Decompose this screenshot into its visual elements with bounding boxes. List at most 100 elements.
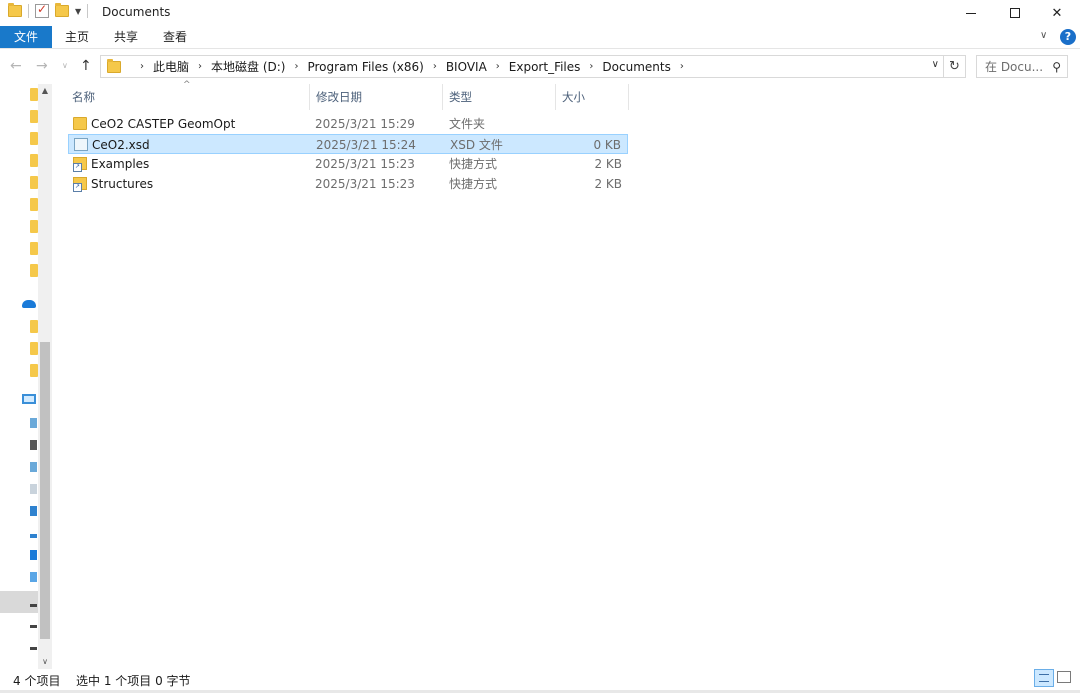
breadcrumb-chevron-icon[interactable]: › [680,61,684,72]
file-name: CeO2 CASTEP GeomOpt [91,117,236,131]
file-row-selected[interactable]: CeO2.xsd 2025/3/21 15:24 XSD 文件 0 KB [68,134,628,154]
shortcut-icon [73,157,87,172]
breadcrumb-item-documents[interactable]: Documents [602,60,670,74]
tab-file[interactable]: 文件 [0,26,52,48]
videos-icon[interactable] [30,440,37,450]
customize-toolbar-chevron-down-icon[interactable]: ▼ [75,7,81,16]
breadcrumb-item-program-files[interactable]: Program Files (x86) [307,60,423,74]
drive-icon[interactable] [30,604,37,607]
quick-access-folder-icon[interactable] [30,132,38,145]
search-placeholder: 在 Docu... [985,60,1044,74]
details-view-button[interactable] [1034,669,1054,687]
address-history-chevron-down-icon[interactable]: ∨ [932,59,939,70]
folder-icon [107,58,121,73]
quick-access-toolbar: ▼ [8,2,89,18]
search-input[interactable]: 在 Docu... ⚲ [976,55,1068,78]
breadcrumb-item-biovia[interactable]: BIOVIA [446,60,487,74]
properties-icon[interactable] [35,2,49,18]
folder-icon [8,3,22,17]
drive-icon[interactable] [30,625,37,628]
tab-view[interactable]: 查看 [153,26,197,48]
large-icons-view-button[interactable] [1057,671,1071,683]
breadcrumb-chevron-icon[interactable]: › [433,61,437,72]
this-pc-icon[interactable] [22,394,36,404]
recent-locations-chevron-icon[interactable]: ∨ [62,61,68,70]
minimize-button[interactable] [948,0,994,26]
file-row[interactable]: CeO2 CASTEP GeomOpt 2025/3/21 15:29 文件夹 [68,114,628,134]
selected-drive-item[interactable] [0,591,38,613]
file-row[interactable]: Structures 2025/3/21 15:23 快捷方式 2 KB [68,174,628,194]
pictures-icon[interactable] [30,462,37,472]
new-folder-icon[interactable] [55,3,69,17]
file-name: CeO2.xsd [92,138,150,152]
refresh-icon: ↻ [949,59,960,74]
minimize-icon [966,12,976,14]
3d-objects-icon[interactable] [30,418,37,428]
breadcrumb-item-this-pc[interactable]: 此电脑 [153,58,189,75]
breadcrumb-chevron-icon[interactable]: › [140,61,144,72]
column-header-date-modified[interactable]: 修改日期 [309,84,441,110]
up-arrow-icon[interactable]: ↑ [80,58,92,74]
folder-icon[interactable] [30,320,38,333]
breadcrumb: › 此电脑 › 本地磁盘 (D:) › Program Files (x86) … [131,58,693,75]
breadcrumb-chevron-icon[interactable]: › [589,61,593,72]
ribbon-tabs: 文件 主页 共享 查看 ∨ ? [0,26,1080,49]
scrollbar-thumb[interactable] [40,342,50,639]
file-row[interactable]: Examples 2025/3/21 15:23 快捷方式 2 KB [68,154,628,174]
file-name: Structures [91,177,154,191]
downloads-icon[interactable] [30,506,37,516]
navigation-bar: ← → ∨ ↑ › 此电脑 › 本地磁盘 (D:) › Program File… [0,50,1080,84]
refresh-button[interactable]: ↻ [944,55,966,78]
navigation-pane-scrollbar[interactable]: ▲ ∨ [38,84,52,669]
file-type: XSD 文件 [450,138,503,152]
column-header-type[interactable]: 类型 [442,84,554,110]
quick-access-folder-icon[interactable] [30,242,38,255]
scroll-down-icon[interactable]: ∨ [38,655,52,669]
quick-access-folder-icon[interactable] [30,176,38,189]
drive-icon[interactable] [30,647,37,650]
column-header-size[interactable]: 大小 [555,84,629,110]
tab-home[interactable]: 主页 [55,26,99,48]
expand-ribbon-chevron-icon[interactable]: ∨ [1040,30,1047,41]
file-date: 2025/3/21 15:23 [315,177,415,191]
address-bar[interactable]: › 此电脑 › 本地磁盘 (D:) › Program Files (x86) … [100,55,944,78]
divider [87,4,89,18]
title-bar: ▼ Documents ✕ [0,0,1080,26]
window-title: Documents [102,5,171,19]
quick-access-folder-icon[interactable] [30,88,38,101]
quick-access-folder-icon[interactable] [30,154,38,167]
file-name: Examples [91,157,150,171]
column-header-name[interactable]: 名称 [66,84,308,110]
tab-share[interactable]: 共享 [104,26,148,48]
back-arrow-icon[interactable]: ← [10,58,22,74]
documents-icon[interactable] [30,484,37,494]
breadcrumb-chevron-icon[interactable]: › [294,61,298,72]
folder-icon [73,117,87,130]
desktop-icon[interactable] [30,550,37,560]
folder-icon[interactable] [30,342,38,355]
breadcrumb-item-local-disk[interactable]: 本地磁盘 (D:) [211,58,285,75]
file-type: 快捷方式 [449,157,498,171]
breadcrumb-item-export-files[interactable]: Export_Files [509,60,581,74]
help-icon[interactable]: ? [1060,29,1076,45]
onedrive-cloud-icon[interactable] [22,300,36,308]
file-type: 快捷方式 [449,177,498,191]
search-icon: ⚲ [1052,59,1061,74]
breadcrumb-chevron-icon[interactable]: › [198,61,202,72]
quick-access-folder-icon[interactable] [30,110,38,123]
maximize-button[interactable] [992,0,1038,26]
quick-access-folder-icon[interactable] [30,198,38,211]
quick-access-folder-icon[interactable] [30,264,38,277]
breadcrumb-chevron-icon[interactable]: › [496,61,500,72]
details-view-icon [1039,674,1049,682]
scroll-up-icon[interactable]: ▲ [38,84,52,98]
shortcut-icon [73,177,87,192]
forward-arrow-icon[interactable]: → [36,58,48,74]
close-icon: ✕ [1051,5,1063,21]
maximize-icon [1010,8,1020,18]
close-button[interactable]: ✕ [1034,0,1080,26]
folder-icon[interactable] [30,364,38,377]
quick-access-folder-icon[interactable] [30,220,38,233]
music-icon[interactable] [30,534,37,538]
windows-drive-icon[interactable] [30,572,37,582]
